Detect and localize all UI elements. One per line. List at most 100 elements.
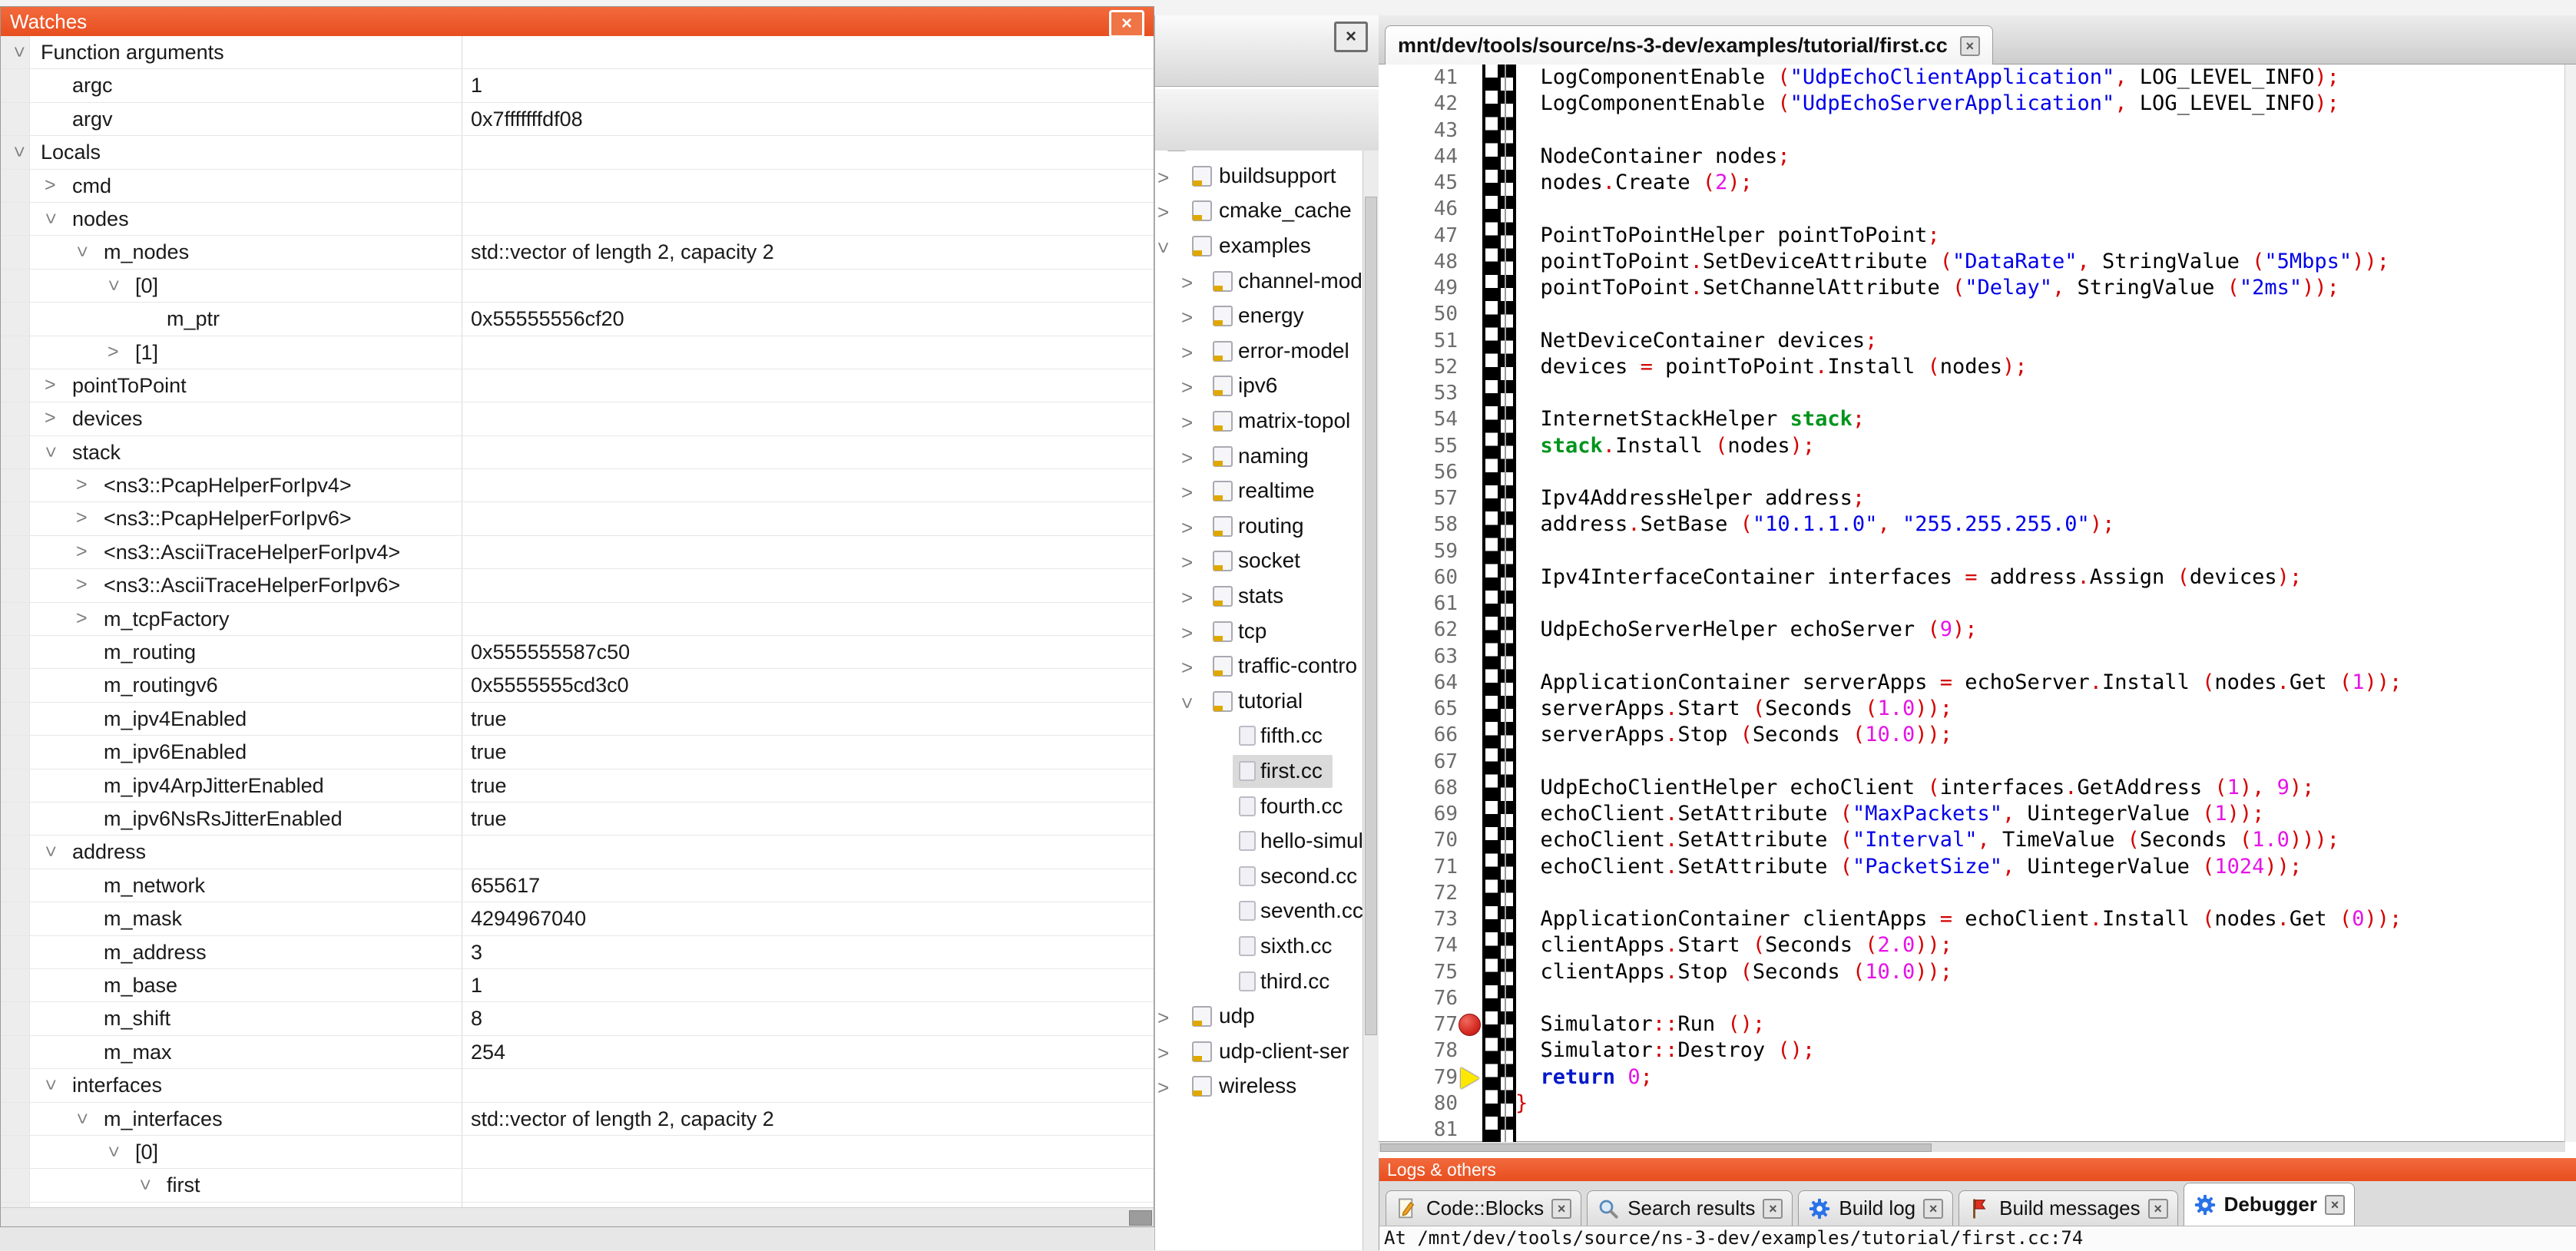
watch-row-stack[interactable]: >stack [1,436,1154,469]
watch-row-m-ipv4enabled[interactable]: m_ipv4Enabledtrue [1,703,1154,736]
watch-row--ns3-pcaphelperforipv6-[interactable]: ><ns3::PcapHelperForIpv6> [1,502,1154,535]
close-icon[interactable]: × [1763,1199,1783,1219]
chevron-right-icon[interactable]: > [1181,376,1193,399]
watch-row-cmd[interactable]: >cmd [1,170,1154,203]
watch-row-m-tcpfactory[interactable]: >m_tcpFactory [1,603,1154,636]
chevron-right-icon[interactable]: > [1181,306,1193,329]
chevron-down-icon[interactable]: > [39,846,61,858]
tree-item-error-model[interactable]: >error-model [1155,335,1363,369]
tree-item-first-cc[interactable]: first.cc [1155,755,1363,789]
chevron-down-icon[interactable]: > [134,1179,156,1190]
chevron-down-icon[interactable]: > [8,146,30,157]
chevron-down-icon[interactable]: > [8,46,30,58]
watch-row--0-[interactable]: >[0] [1,1136,1154,1169]
watch-row-function-arguments[interactable]: >Function arguments [1,36,1154,69]
tree-item-second-cc[interactable]: second.cc [1155,860,1363,895]
watch-row-m-ipv4arpjitterenabled[interactable]: m_ipv4ArpJitterEnabledtrue [1,769,1154,803]
logs-tab-code-blocks[interactable]: Code::Blocks× [1386,1190,1581,1226]
chevron-right-icon[interactable]: > [108,341,119,363]
chevron-right-icon[interactable]: > [45,174,56,197]
watch-row-m-ipv6enabled[interactable]: m_ipv6Enabledtrue [1,736,1154,769]
watch-row-m-mask[interactable]: m_mask4294967040 [1,902,1154,935]
chevron-right-icon[interactable]: > [1181,551,1193,574]
watch-row-m-routing[interactable]: m_routing0x555555587c50 [1,636,1154,669]
close-icon[interactable]: × [1334,22,1368,52]
chevron-right-icon[interactable]: > [1181,586,1193,610]
chevron-right-icon[interactable]: > [1181,481,1193,505]
chevron-right-icon[interactable]: > [76,474,88,496]
chevron-down-icon[interactable]: > [39,1079,61,1090]
tree-item-buildsupport[interactable]: >buildsupport [1155,160,1363,194]
chevron-down-icon[interactable]: > [71,247,93,258]
chevron-right-icon[interactable]: > [1181,411,1193,435]
close-icon[interactable]: × [1109,10,1144,38]
tree-item-tutorial[interactable]: >tutorial [1155,685,1363,720]
watch-row-m-interfaces[interactable]: >m_interfacesstd::vector of length 2, ca… [1,1103,1154,1136]
chevron-right-icon[interactable]: > [1181,446,1193,470]
tree-vscrollbar[interactable] [1362,151,1379,1250]
chevron-right-icon[interactable]: > [76,607,88,630]
tree-item-routing[interactable]: >routing [1155,510,1363,544]
watches-hscroll-thumb[interactable] [1129,1210,1152,1226]
tree-item-energy[interactable]: >energy [1155,300,1363,334]
watch-row--ns3-asciitracehelperforipv6-[interactable]: ><ns3::AsciiTraceHelperForIpv6> [1,569,1154,602]
logs-tab-build-messages[interactable]: Build messages× [1958,1190,2178,1226]
editor-hscrollbar[interactable] [1379,1141,2565,1152]
logs-tab-build-log[interactable]: Build log× [1798,1190,1953,1226]
code-area[interactable]: 41 LogComponentEnable ("UdpEchoClientApp… [1379,65,2565,1142]
breakpoint-icon[interactable] [1459,1014,1481,1036]
tree-item-matrix-topol[interactable]: >matrix-topol [1155,405,1363,439]
watch-row--0-[interactable]: >[0] [1,270,1154,303]
watch-row-address[interactable]: >address [1,836,1154,869]
tree-item-channel-mod[interactable]: >channel-mod [1155,265,1363,300]
close-icon[interactable]: × [1923,1199,1943,1219]
tree-item-fourth-cc[interactable]: fourth.cc [1155,790,1363,825]
watch-row-m-routingv6[interactable]: m_routingv60x5555555cd3c0 [1,669,1154,702]
tree-item-examples[interactable]: >examples [1155,230,1363,264]
watch-row-m-address[interactable]: m_address3 [1,936,1154,969]
chevron-right-icon[interactable]: > [1181,516,1193,540]
editor-tab-first-cc[interactable]: mnt/dev/tools/source/ns-3-dev/examples/t… [1385,25,1993,65]
watch-row-m-base[interactable]: m_base1 [1,969,1154,1002]
tree-item-hello-simul[interactable]: hello-simul [1155,825,1363,859]
editor-hscroll-thumb[interactable] [1380,1143,1932,1152]
chevron-right-icon[interactable]: > [1157,1006,1169,1030]
close-icon[interactable]: × [2148,1199,2168,1219]
tree-item-wireless[interactable]: >wireless [1155,1070,1363,1104]
tree-item-ns-3-dev[interactable]: ns-3-dev [1155,151,1363,159]
chevron-down-icon[interactable]: > [1155,242,1175,253]
tree-item-socket[interactable]: >socket [1155,544,1363,579]
close-icon[interactable]: × [2325,1195,2345,1215]
watch-row--ns3-asciitracehelperforipv4-[interactable]: ><ns3::AsciiTraceHelperForIpv4> [1,536,1154,569]
watch-row-nodes[interactable]: >nodes [1,203,1154,236]
tree-item-realtime[interactable]: >realtime [1155,475,1363,509]
close-icon[interactable]: × [1551,1199,1571,1219]
chevron-down-icon[interactable]: > [39,213,61,224]
chevron-right-icon[interactable]: > [1181,271,1193,295]
watch-row-m-shift[interactable]: m_shift8 [1,1002,1154,1035]
chevron-right-icon[interactable]: > [1181,656,1193,680]
watch-row-m-max[interactable]: m_max254 [1,1036,1154,1069]
watch-row--ns3-pcaphelperforipv4-[interactable]: ><ns3::PcapHelperForIpv4> [1,469,1154,502]
tree-item-fifth-cc[interactable]: fifth.cc [1155,720,1363,754]
watch-row-pointtopoint[interactable]: >pointToPoint [1,369,1154,402]
chevron-right-icon[interactable]: > [76,574,88,596]
chevron-down-icon[interactable]: > [39,446,61,458]
chevron-down-icon[interactable]: > [1175,697,1199,709]
chevron-right-icon[interactable]: > [1157,1076,1169,1100]
close-icon[interactable]: × [1960,36,1980,56]
tree-item-naming[interactable]: >naming [1155,440,1363,475]
chevron-right-icon[interactable]: > [45,374,56,396]
tree-vscroll-thumb[interactable] [1365,197,1377,1035]
tree-item-traffic-contro[interactable]: >traffic-contro [1155,650,1363,684]
chevron-right-icon[interactable]: > [1157,166,1169,190]
tree-item-ipv6[interactable]: >ipv6 [1155,369,1363,404]
watch-row-argc[interactable]: argc1 [1,69,1154,102]
watches-title-bar[interactable]: Watches × [1,7,1154,36]
chevron-right-icon[interactable]: > [1181,621,1193,645]
editor-vscrollbar[interactable] [2564,65,2576,1142]
watch-row-first[interactable]: >first [1,1169,1154,1202]
chevron-right-icon[interactable]: > [45,407,56,429]
tree-item-stats[interactable]: >stats [1155,580,1363,614]
tree-item-udp-client-ser[interactable]: >udp-client-ser [1155,1035,1363,1070]
